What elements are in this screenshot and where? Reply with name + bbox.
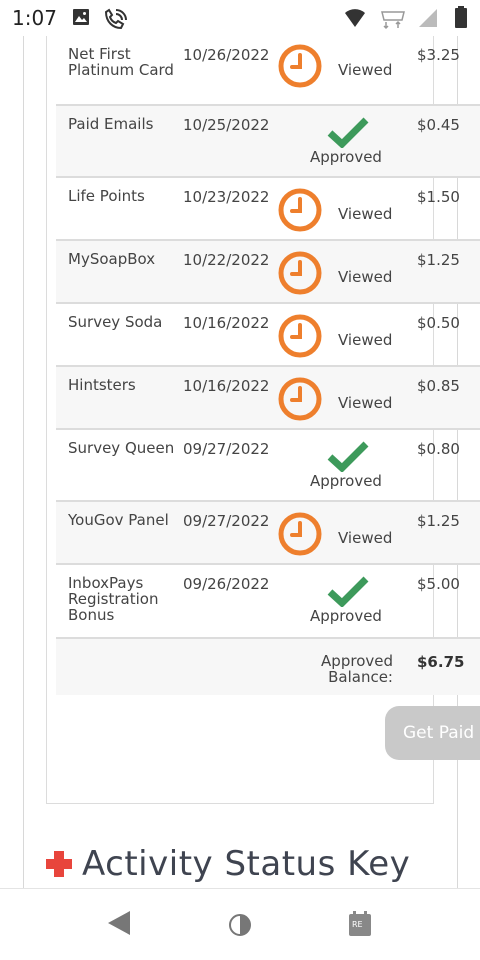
status-text: Viewed [338,61,393,79]
offer-name: Life Points [68,187,145,205]
clock-icon [278,314,322,362]
plus-icon[interactable] [46,851,72,877]
offer-amount: $0.50 [417,314,460,332]
offer-name: MySoapBox [68,250,156,268]
offer-date: 10/22/2022 [183,251,270,269]
recents-icon[interactable]: RE [348,911,372,941]
offer-date: 10/23/2022 [183,188,270,206]
approved-balance-label-line2: Balance: [328,668,393,686]
signal-icon [417,8,439,32]
activity-status-key-title: Activity Status Key [82,844,411,884]
svg-text:RE: RE [352,920,363,929]
offer-amount: $3.25 [417,46,460,64]
table-row: Paid Emails 10/25/2022 Approved $0.45 [56,106,480,178]
photo-icon [72,8,90,30]
status-text: Approved [310,472,382,490]
status-text: Viewed [338,268,393,286]
offer-amount: $1.50 [417,188,460,206]
activity-status-key-heading: Activity Status Key [46,842,410,886]
data-icon [378,8,408,34]
approved-balance-label-line1: Approved [321,652,393,670]
offer-date: 10/25/2022 [183,116,270,134]
activity-table: Net First Platinum Card 10/26/2022 Viewed $… [56,36,480,695]
check-icon [327,575,369,611]
status-text: Approved [310,607,382,625]
wifi-calling-icon [103,8,127,34]
offer-name: Survey Soda [68,313,163,331]
clock-icon [278,188,322,236]
offer-date: 10/16/2022 [183,314,270,332]
status-text: Viewed [338,529,393,547]
table-row: Net First Platinum Card 10/26/2022 Viewed $… [56,36,480,106]
offer-date: 10/26/2022 [183,46,270,64]
offer-name: Survey Queen [68,439,175,457]
check-icon [327,116,369,152]
clock-time: 1:07 [12,6,57,30]
offer-date: 10/16/2022 [183,377,270,395]
offer-name: Paid Emails [68,115,154,133]
status-text: Approved [310,148,382,166]
offer-name: Hintsters [68,376,136,394]
page-border-left [23,36,24,888]
approved-balance-label: Approved Balance: [321,653,393,685]
battery-icon [455,6,467,32]
table-row: Survey Queen 09/27/2022 Approved $0.80 [56,430,480,502]
status-text: Viewed [338,205,393,223]
home-icon[interactable] [228,913,252,941]
offer-amount: $0.85 [417,377,460,395]
offer-date: 09/27/2022 [183,440,270,458]
status-text: Viewed [338,394,393,412]
table-row: YouGov Panel 09/27/2022 Viewed $1.25 [56,502,480,565]
status-text: Viewed [338,331,393,349]
clock-icon [278,512,322,560]
clock-icon [278,377,322,425]
offer-name: Net First Platinum Card [68,45,174,79]
approved-balance-value: $6.75 [417,653,465,671]
status-bar: 1:07 [0,0,480,36]
offer-name: YouGov Panel [68,511,169,529]
table-row: Life Points 10/23/2022 Viewed $1.50 [56,178,480,241]
wifi-icon [344,8,366,32]
offer-amount: $0.80 [417,440,460,458]
clock-icon [278,251,322,299]
get-paid-button[interactable]: Get Paid [385,706,480,760]
offer-name: InboxPays Registration Bonus [68,574,159,624]
approved-balance-row: Approved Balance: $6.75 [56,639,480,695]
offer-date: 09/27/2022 [183,512,270,530]
table-row: Survey Soda 10/16/2022 Viewed $0.50 [56,304,480,367]
offer-amount: $5.00 [417,575,460,593]
offer-amount: $1.25 [417,512,460,530]
offer-date: 09/26/2022 [183,575,270,593]
back-icon[interactable] [106,909,132,941]
navigation-bar: RE [0,888,480,960]
table-row: MySoapBox 10/22/2022 Viewed $1.25 [56,241,480,304]
table-row: Hintsters 10/16/2022 Viewed $0.85 [56,367,480,430]
offer-amount: $0.45 [417,116,460,134]
offer-amount: $1.25 [417,251,460,269]
clock-icon [278,44,322,92]
table-row: InboxPays Registration Bonus 09/26/2022 Ap… [56,565,480,639]
check-icon [327,440,369,476]
